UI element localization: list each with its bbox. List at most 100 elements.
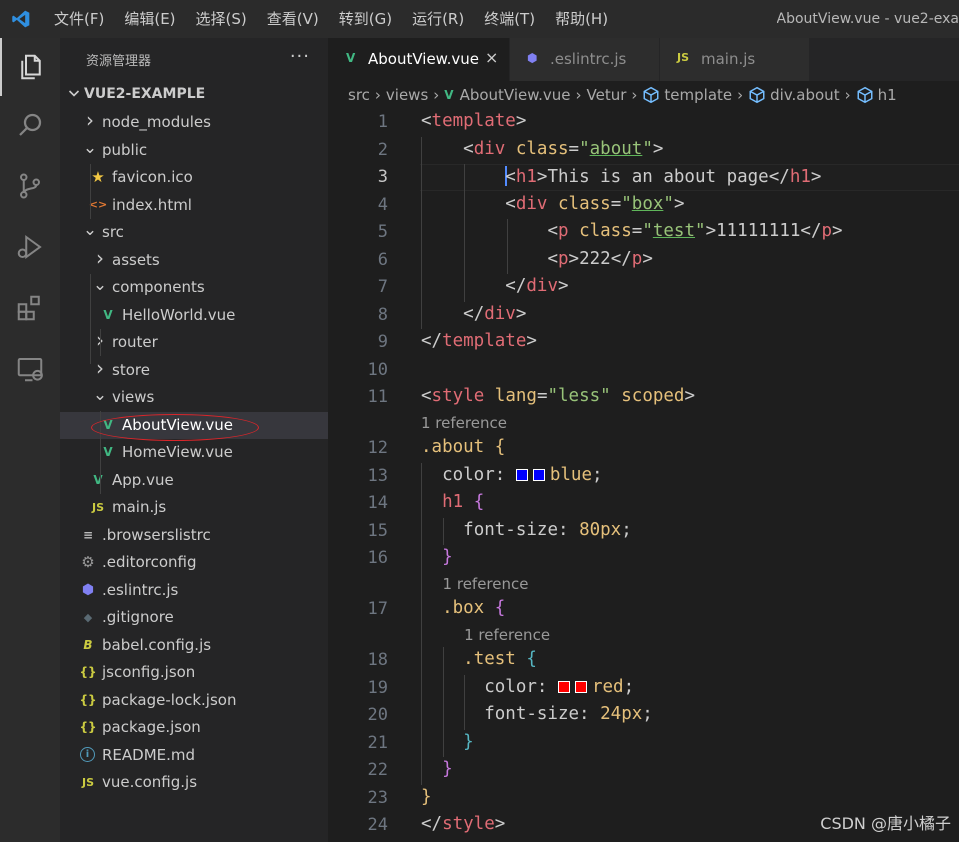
code-line[interactable]: color: red;: [421, 677, 634, 697]
remote-explorer-icon[interactable]: [0, 340, 60, 398]
code-token: class: [515, 138, 569, 159]
tab-mainjs[interactable]: JS main.js: [660, 38, 810, 81]
indent-guide: [100, 329, 101, 356]
line-number: 23: [367, 787, 388, 808]
code-line[interactable]: <style lang="less" scoped>: [421, 386, 695, 406]
code-token: div: [515, 193, 548, 214]
tree-file[interactable]: {} package-lock.json: [60, 687, 328, 715]
codelens-references[interactable]: 1 reference: [464, 626, 550, 644]
tree-folder[interactable]: › node_modules: [60, 108, 328, 137]
tree-file[interactable]: ◆ .gitignore: [60, 604, 328, 632]
code-line[interactable]: <h1>This is an about page</h1>: [421, 166, 821, 187]
tree-folder[interactable]: ⌄ components: [60, 274, 328, 302]
symbol-class-icon: [643, 86, 659, 104]
code-token: .box: [442, 598, 485, 618]
code-line[interactable]: font-size: 24px;: [421, 704, 653, 724]
code-line[interactable]: }: [421, 787, 432, 807]
code-token: :: [557, 519, 580, 540]
project-header[interactable]: VUE2-EXAMPLE: [60, 82, 328, 108]
breadcrumb-item[interactable]: views: [386, 86, 428, 104]
code-line[interactable]: <div class="box">: [421, 194, 684, 214]
tree-file[interactable]: <> index.html: [60, 192, 328, 220]
tree-file[interactable]: {} package.json: [60, 714, 328, 742]
code-line[interactable]: </div>: [421, 276, 568, 296]
breadcrumb-item[interactable]: div.about: [748, 86, 840, 104]
tree-folder[interactable]: ⌄ views: [60, 384, 328, 412]
explorer-icon[interactable]: [0, 38, 60, 96]
tree-folder[interactable]: › store: [60, 355, 328, 385]
code-line[interactable]: </template>: [421, 331, 537, 351]
code-token: >: [526, 331, 537, 351]
tree-folder[interactable]: ⌄ public: [60, 137, 328, 165]
codelens-references[interactable]: 1 reference: [421, 414, 507, 432]
menu-item[interactable]: 帮助(H): [545, 0, 618, 38]
code-line[interactable]: color: blue;: [421, 465, 602, 485]
file-tree: › node_modules ⌄ public ★ favicon.ico <> index.…: [60, 108, 328, 797]
code-token: "less": [547, 386, 611, 406]
tree-file[interactable]: ★ favicon.ico: [60, 164, 328, 192]
menu-item[interactable]: 运行(R): [402, 0, 474, 38]
tree-item-label: HomeView.vue: [122, 443, 233, 461]
code-line[interactable]: .box {: [421, 598, 505, 618]
tree-folder[interactable]: ⌄ src: [60, 219, 328, 247]
tree-file[interactable]: i README.md: [60, 742, 328, 770]
breadcrumb-item[interactable]: h1: [856, 86, 897, 104]
code-line[interactable]: <p class="test">11111111</p>: [421, 221, 842, 241]
code-line[interactable]: <div class="about">: [421, 139, 663, 159]
code-line[interactable]: </div>: [421, 304, 526, 324]
code-token: font-size: [463, 519, 558, 540]
breadcrumb-item[interactable]: template: [642, 86, 732, 104]
run-debug-icon[interactable]: [0, 218, 60, 276]
codelens-references[interactable]: 1 reference: [443, 575, 529, 593]
chevron-right-icon: ›: [374, 86, 381, 104]
breadcrumb-item[interactable]: Vetur: [587, 86, 627, 104]
menu-item[interactable]: 终端(T): [474, 0, 545, 38]
menu-item[interactable]: 查看(V): [257, 0, 329, 38]
code-line[interactable]: <p>222</p>: [421, 249, 652, 269]
breadcrumb-item[interactable]: src: [348, 86, 370, 104]
code-line[interactable]: h1 {: [421, 492, 484, 512]
tree-file[interactable]: ≡ .browserslistrc: [60, 522, 328, 550]
code-line[interactable]: .test {: [421, 649, 537, 669]
code-line[interactable]: font-size: 80px;: [421, 520, 632, 540]
color-swatch[interactable]: [532, 468, 545, 481]
code-line[interactable]: }: [421, 732, 474, 752]
breadcrumb-item[interactable]: V AboutView.vue: [444, 86, 570, 104]
tab-eslintrc[interactable]: ⬢ .eslintrc.js: [510, 38, 660, 81]
code-token: ": [621, 193, 632, 214]
close-icon[interactable]: ×: [485, 48, 498, 67]
code-line[interactable]: </style>: [421, 814, 505, 834]
symbol-class-icon: [857, 86, 873, 104]
tree-folder[interactable]: › assets: [60, 246, 328, 275]
tree-file[interactable]: JS main.js: [60, 494, 328, 522]
more-actions-button[interactable]: ···: [290, 46, 310, 67]
tree-file[interactable]: ⬢ .eslintrc.js: [60, 577, 328, 605]
code-line[interactable]: }: [421, 759, 453, 779]
code-token: box: [631, 193, 664, 214]
tree-item-label: node_modules: [102, 113, 211, 131]
code-line[interactable]: }: [421, 547, 453, 567]
tree-file[interactable]: JS vue.config.js: [60, 769, 328, 797]
code-editor[interactable]: 1 <template> 2 <div class="about"> 3 <h1>Th…: [328, 109, 959, 842]
extensions-icon[interactable]: [0, 279, 60, 337]
tree-file[interactable]: V HelloWorld.vue: [60, 302, 328, 330]
tab-bar: V AboutView.vue × ⬢ .eslintrc.js JS main…: [328, 38, 959, 81]
chevron-right-icon: ›: [96, 355, 104, 380]
menu-item[interactable]: 选择(S): [186, 0, 257, 38]
line-number: 14: [367, 493, 388, 513]
menu-item[interactable]: 编辑(E): [114, 0, 185, 38]
code-token: scoped: [621, 386, 685, 406]
color-swatch[interactable]: [557, 680, 570, 693]
source-control-icon[interactable]: [0, 157, 60, 215]
color-swatch[interactable]: [574, 680, 587, 693]
tree-file[interactable]: Bbabel.config.js: [60, 632, 328, 660]
color-swatch[interactable]: [515, 468, 528, 481]
menu-item[interactable]: 文件(F): [44, 0, 114, 38]
tree-file[interactable]: ⚙ .editorconfig: [60, 549, 328, 577]
tree-file[interactable]: {} jsconfig.json: [60, 659, 328, 687]
code-line[interactable]: .about {: [421, 437, 505, 457]
code-line[interactable]: <template>: [421, 111, 526, 131]
tab-aboutview[interactable]: V AboutView.vue ×: [328, 38, 510, 81]
menu-item[interactable]: 转到(G): [329, 0, 402, 38]
search-icon[interactable]: [0, 96, 60, 154]
